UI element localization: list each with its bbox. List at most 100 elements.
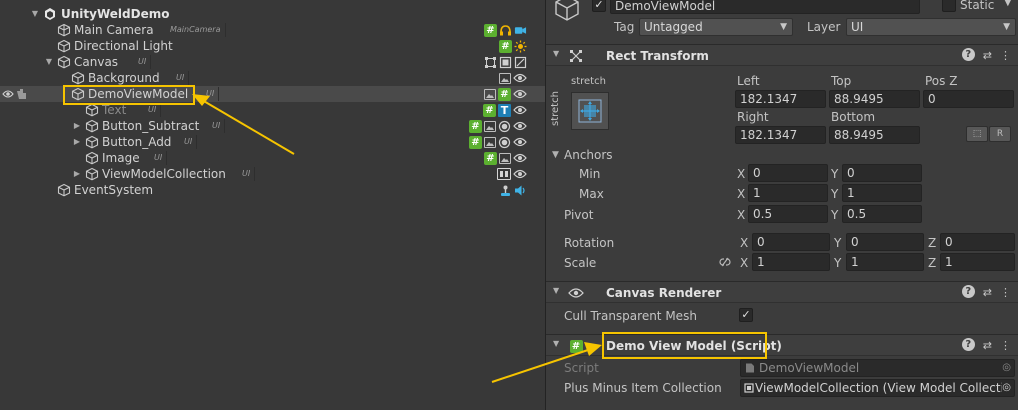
tag-label: Tag (614, 20, 635, 34)
kebab-menu-icon[interactable]: ⋮ (1000, 285, 1011, 301)
hierarchy-item-main-camera[interactable]: Main Camera MainCamera # (0, 22, 545, 38)
rect-transform-header[interactable]: ▼ Rect Transform ? ⇄ ⋮ (546, 44, 1018, 66)
pivot-x-field[interactable]: 0.5 (748, 205, 828, 223)
script-hash-icon: # (469, 119, 482, 133)
script-hash-icon: # (484, 151, 497, 165)
anchor-preset-v-label: stretch (550, 91, 561, 126)
object-name-field[interactable]: DemoViewModel (610, 0, 920, 14)
posz-field[interactable]: 0 (923, 90, 1014, 108)
hierarchy-item-background[interactable]: Background UI (0, 70, 545, 86)
raw-edit-button[interactable]: R (989, 126, 1011, 142)
gameobject-cube-icon (85, 119, 99, 133)
component-header-icons: ? ⇄ ⋮ (961, 285, 1011, 301)
hierarchy-item-label: Background (88, 71, 160, 85)
scale-y-field[interactable]: 1 (846, 253, 924, 271)
eye-visibility-icon[interactable] (513, 72, 527, 85)
anchor-max-y-field[interactable]: 1 (842, 184, 922, 202)
help-icon[interactable]: ? (961, 48, 975, 61)
component-icons: # (469, 134, 527, 150)
foldout-arrow-icon[interactable]: ▼ (30, 7, 40, 21)
active-checkbox[interactable]: ✓ (592, 0, 606, 12)
preset-settings-icon[interactable]: ⇄ (983, 338, 992, 354)
foldout-arrow-icon[interactable]: ▼ (44, 55, 54, 69)
hierarchy-item-label: Image (102, 151, 140, 165)
hierarchy-item-directional-light[interactable]: Directional Light # (0, 38, 545, 54)
rotation-y-field[interactable]: 0 (846, 233, 924, 251)
component-icons: # (469, 118, 527, 134)
axis-z-label: Z (928, 236, 937, 250)
foldout-arrow-icon[interactable]: ▼ (553, 286, 559, 295)
hierarchy-item-eventsystem[interactable]: EventSystem (0, 182, 545, 198)
gameobject-cube-icon (57, 23, 71, 37)
gameobject-cube-icon (57, 183, 71, 197)
plus-minus-item-collection-label: Plus Minus Item Collection (564, 381, 722, 395)
eye-visibility-icon[interactable] (513, 104, 527, 117)
foldout-arrow-icon[interactable]: ▶ (72, 119, 82, 133)
scale-x-field[interactable]: 1 (752, 253, 830, 271)
anchor-min-y-field[interactable]: 0 (842, 164, 922, 182)
help-icon[interactable]: ? (961, 285, 975, 298)
anchor-min-x-field[interactable]: 0 (748, 164, 828, 182)
anchor-max-x-field[interactable]: 1 (748, 184, 828, 202)
bottom-field[interactable]: 88.9495 (829, 126, 920, 144)
layer-dropdown[interactable]: UI ▼ (846, 18, 1016, 36)
hierarchy-item-button-add[interactable]: ▶ Button_Add UI # (0, 134, 545, 150)
rotation-x-field[interactable]: 0 (752, 233, 830, 251)
component-icons: # (499, 38, 527, 54)
eye-visibility-icon[interactable] (513, 120, 527, 133)
gameobject-cube-icon (85, 135, 99, 149)
eye-visibility-icon[interactable] (513, 136, 527, 149)
left-label: Left (737, 74, 760, 88)
foldout-arrow-icon[interactable]: ▶ (72, 167, 82, 181)
anchor-preset-button[interactable] (571, 92, 609, 130)
pivot-y-field[interactable]: 0.5 (842, 205, 922, 223)
hierarchy-item-canvas[interactable]: ▼ Canvas UI (0, 54, 545, 70)
component-icons (499, 70, 527, 86)
scene-visibility-icon[interactable] (2, 87, 28, 101)
preset-settings-icon[interactable]: ⇄ (983, 48, 992, 64)
left-field[interactable]: 182.1347 (735, 90, 826, 108)
tag-dropdown[interactable]: Untagged ▼ (639, 18, 793, 36)
scene-row[interactable]: ▼ UnityWeldDemo (0, 6, 545, 22)
plus-minus-item-collection-field[interactable]: ViewModelCollection (View Model Collecti… (740, 379, 1015, 397)
foldout-arrow-icon[interactable]: ▼ (552, 147, 559, 163)
image-icon (499, 152, 511, 164)
hierarchy-item-label: Button_Add (102, 135, 172, 149)
help-icon[interactable]: ? (961, 338, 975, 351)
preset-settings-icon[interactable]: ⇄ (983, 285, 992, 301)
kebab-menu-icon[interactable]: ⋮ (1000, 338, 1011, 354)
blueprint-mode-button[interactable]: ⬚ (966, 126, 988, 142)
rotation-z-field[interactable]: 0 (940, 233, 1015, 251)
foldout-arrow-icon[interactable]: ▶ (72, 135, 82, 149)
rect-transform-icon (568, 48, 584, 64)
scale-z-field[interactable]: 1 (940, 253, 1015, 271)
canvas-renderer-header[interactable]: ▼ Canvas Renderer ? ⇄ ⋮ (546, 281, 1018, 303)
cull-transparent-mesh-checkbox[interactable]: ✓ (739, 308, 753, 322)
static-dropdown-chevron-icon[interactable]: ▼ (1004, 0, 1012, 11)
hierarchy-item-viewmodelcollection[interactable]: ▶ ViewModelCollection UI (0, 166, 545, 182)
component-title: Rect Transform (606, 49, 709, 63)
canvas-icon (499, 56, 512, 69)
gameobject-cube-icon (85, 151, 99, 165)
component-icons: # T (483, 102, 527, 118)
hierarchy-item-tag: UI (144, 103, 162, 117)
eye-visibility-icon[interactable] (513, 88, 527, 101)
foldout-arrow-icon[interactable]: ▼ (553, 49, 559, 58)
hierarchy-item-image[interactable]: Image UI # (0, 150, 545, 166)
object-picker-icon[interactable]: ◎ (1002, 380, 1011, 396)
hierarchy-item-button-subtract[interactable]: ▶ Button_Subtract UI # (0, 118, 545, 134)
right-field[interactable]: 182.1347 (735, 126, 826, 144)
static-checkbox[interactable] (942, 0, 956, 12)
eye-visibility-icon[interactable] (513, 152, 527, 165)
constrain-proportions-link-icon[interactable] (718, 256, 732, 268)
highlight-box (602, 332, 767, 359)
eye-visibility-icon[interactable] (513, 168, 527, 181)
kebab-menu-icon[interactable]: ⋮ (1000, 48, 1011, 64)
foldout-arrow-icon[interactable]: ▼ (553, 339, 559, 348)
top-field[interactable]: 88.9495 (829, 90, 920, 108)
hierarchy-item-tag: UI (208, 119, 226, 133)
anchors-label: Anchors (564, 148, 613, 162)
component-icons: # (484, 86, 527, 102)
layer-label: Layer (807, 20, 841, 34)
script-hash-icon: # (483, 103, 496, 117)
